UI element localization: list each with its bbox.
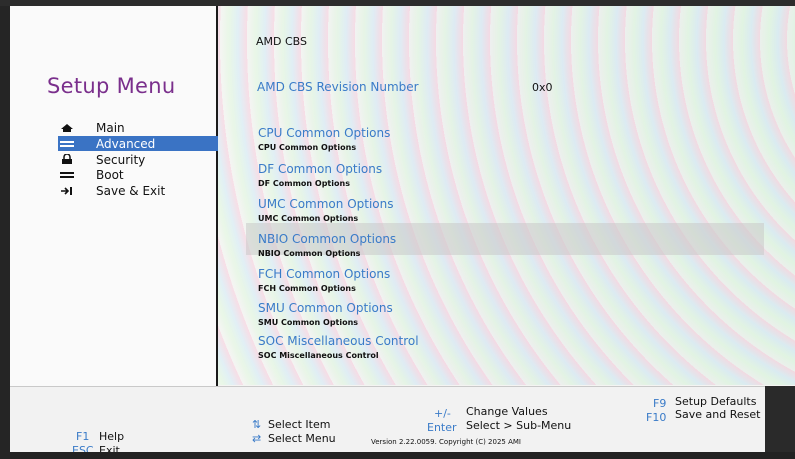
version-text: Version 2.22.0059. Copyright (C) 2025 AM…	[371, 438, 521, 446]
nav-label: Advanced	[96, 136, 156, 151]
key-f1: F1	[76, 430, 90, 443]
option-title: FCH Common Options	[258, 267, 391, 281]
monitor-bezel-right	[765, 386, 795, 459]
key-f1-desc: Help	[99, 430, 125, 443]
updown-arrows-icon: ⇅	[252, 418, 262, 431]
nav-item-boot[interactable]: Boot	[58, 167, 218, 182]
home-icon	[58, 122, 76, 134]
option-title: CPU Common Options	[258, 126, 391, 140]
option-title: DF Common Options	[258, 162, 383, 176]
exit-icon	[58, 185, 76, 197]
nav-item-save-exit[interactable]: Save & Exit	[58, 183, 218, 198]
option-subtitle: DF Common Options	[258, 179, 350, 188]
option-title: SOC Miscellaneous Control	[258, 334, 419, 348]
nav-item-security[interactable]: Security	[58, 152, 218, 167]
option-subtitle: NBIO Common Options	[258, 249, 361, 258]
option-cpu-common[interactable]: CPU Common Options CPU Common Options	[258, 126, 390, 152]
nav-item-main[interactable]: Main	[58, 120, 218, 135]
nav-item-advanced[interactable]: Advanced	[58, 136, 218, 151]
key-f9-desc: Setup Defaults	[675, 395, 757, 408]
monitor-bezel-top	[0, 0, 795, 6]
option-title: UMC Common Options	[258, 197, 394, 211]
option-nbio-common[interactable]: NBIO Common Options NBIO Common Options	[258, 232, 396, 258]
key-enter-desc: Select > Sub-Menu	[466, 419, 572, 432]
nav-label: Boot	[96, 167, 124, 182]
nav-label: Save & Exit	[96, 183, 166, 198]
option-umc-common[interactable]: UMC Common Options UMC Common Options	[258, 197, 394, 223]
page-title: AMD CBS	[256, 35, 307, 48]
nav-label: Main	[96, 120, 125, 135]
option-soc-misc-control[interactable]: SOC Miscellaneous Control SOC Miscellane…	[258, 334, 419, 360]
key-updown-desc: Select Item	[268, 418, 331, 431]
key-plusminus-desc: Change Values	[466, 405, 548, 418]
option-subtitle: UMC Common Options	[258, 214, 359, 223]
monitor-bezel-bottom	[0, 452, 795, 459]
option-fch-common[interactable]: FCH Common Options FCH Common Options	[258, 267, 390, 293]
lock-icon	[58, 154, 76, 166]
option-subtitle: CPU Common Options	[258, 143, 357, 152]
advanced-icon	[58, 138, 76, 150]
key-f9: F9	[653, 397, 667, 410]
revision-value: 0x0	[532, 81, 553, 94]
bios-screen: Setup Menu Main Advanced Security Boot S…	[0, 0, 795, 459]
key-f10: F10	[646, 411, 667, 424]
key-leftright-desc: Select Menu	[268, 432, 336, 445]
option-df-common[interactable]: DF Common Options DF Common Options	[258, 162, 382, 188]
monitor-bezel-left	[0, 0, 10, 459]
nav-label: Security	[96, 152, 146, 167]
option-subtitle: FCH Common Options	[258, 284, 356, 293]
option-title: NBIO Common Options	[258, 232, 397, 246]
option-subtitle: SOC Miscellaneous Control	[258, 351, 379, 360]
boot-icon	[58, 169, 76, 181]
option-subtitle: SMU Common Options	[258, 318, 359, 327]
option-title: SMU Common Options	[258, 301, 393, 315]
key-plusminus: +/-	[434, 407, 451, 420]
setup-menu-title: Setup Menu	[47, 74, 176, 98]
key-enter: Enter	[427, 421, 457, 434]
key-f10-desc: Save and Reset	[675, 408, 761, 421]
revision-label: AMD CBS Revision Number	[257, 80, 419, 94]
option-smu-common[interactable]: SMU Common Options SMU Common Options	[258, 301, 393, 327]
background-moire	[216, 0, 795, 385]
left-panel: Setup Menu Main Advanced Security Boot S…	[0, 0, 218, 425]
leftright-arrows-icon: ⇄	[252, 432, 262, 445]
